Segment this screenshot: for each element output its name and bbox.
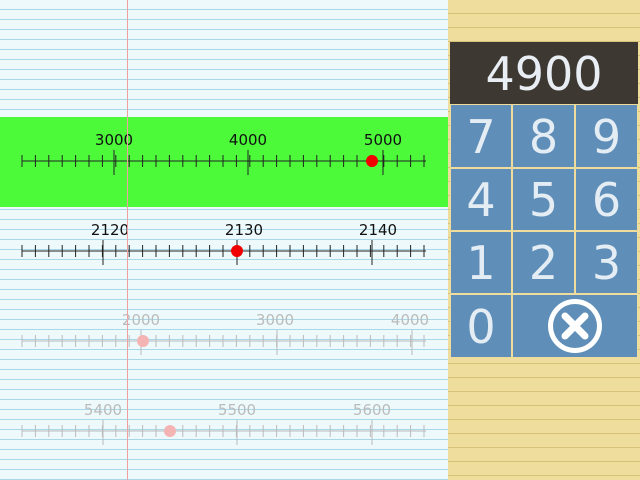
- key-2[interactable]: 2: [512, 231, 575, 294]
- value-marker[interactable]: [137, 335, 149, 347]
- number-line-2[interactable]: 2120 2130 2140: [0, 207, 448, 297]
- ruler-ticks: [21, 330, 426, 355]
- number-line-4-svg: 5400 5500 5600: [21, 401, 426, 445]
- tick-label-2: 4000: [229, 131, 267, 149]
- clear-button[interactable]: [512, 294, 638, 358]
- tick-label-1: 2120: [91, 221, 129, 239]
- number-keypad: 7 8 9 4 5 6 1 2 3 0: [450, 104, 638, 358]
- tick-label-1: 5400: [84, 401, 122, 419]
- number-line-3[interactable]: 2000 3000 4000: [0, 297, 448, 387]
- number-line-1-svg: 3000 4000 5000: [21, 131, 426, 175]
- tick-label-2: 2130: [225, 221, 263, 239]
- value-marker[interactable]: [231, 245, 243, 257]
- key-6[interactable]: 6: [575, 168, 638, 231]
- tick-label-3: 2140: [359, 221, 397, 239]
- tick-label-3: 5000: [364, 131, 402, 149]
- tick-label-3: 4000: [391, 311, 429, 329]
- ruler-ticks: [21, 240, 426, 265]
- number-line-4[interactable]: 5400 5500 5600: [0, 387, 448, 477]
- value-marker[interactable]: [366, 155, 378, 167]
- margin-line: [127, 0, 128, 480]
- tick-label-2: 5500: [218, 401, 256, 419]
- tick-label-2: 3000: [256, 311, 294, 329]
- value-marker[interactable]: [164, 425, 176, 437]
- worksheet-paper: 3000 4000 5000 2120 2130 2140 2000 3000 …: [0, 0, 448, 480]
- key-9[interactable]: 9: [575, 104, 638, 168]
- ruler-ticks: [21, 150, 426, 175]
- ruler-ticks: [21, 420, 426, 445]
- key-8[interactable]: 8: [512, 104, 575, 168]
- key-7[interactable]: 7: [450, 104, 512, 168]
- close-circle-icon: [548, 299, 602, 353]
- key-1[interactable]: 1: [450, 231, 512, 294]
- tick-label-3: 5600: [353, 401, 391, 419]
- key-0[interactable]: 0: [450, 294, 512, 358]
- key-4[interactable]: 4: [450, 168, 512, 231]
- number-line-2-svg: 2120 2130 2140: [21, 221, 426, 265]
- key-5[interactable]: 5: [512, 168, 575, 231]
- number-line-3-svg: 2000 3000 4000: [21, 311, 429, 355]
- answer-display: 4900: [450, 42, 638, 104]
- key-3[interactable]: 3: [575, 231, 638, 294]
- number-line-1[interactable]: 3000 4000 5000: [0, 117, 448, 207]
